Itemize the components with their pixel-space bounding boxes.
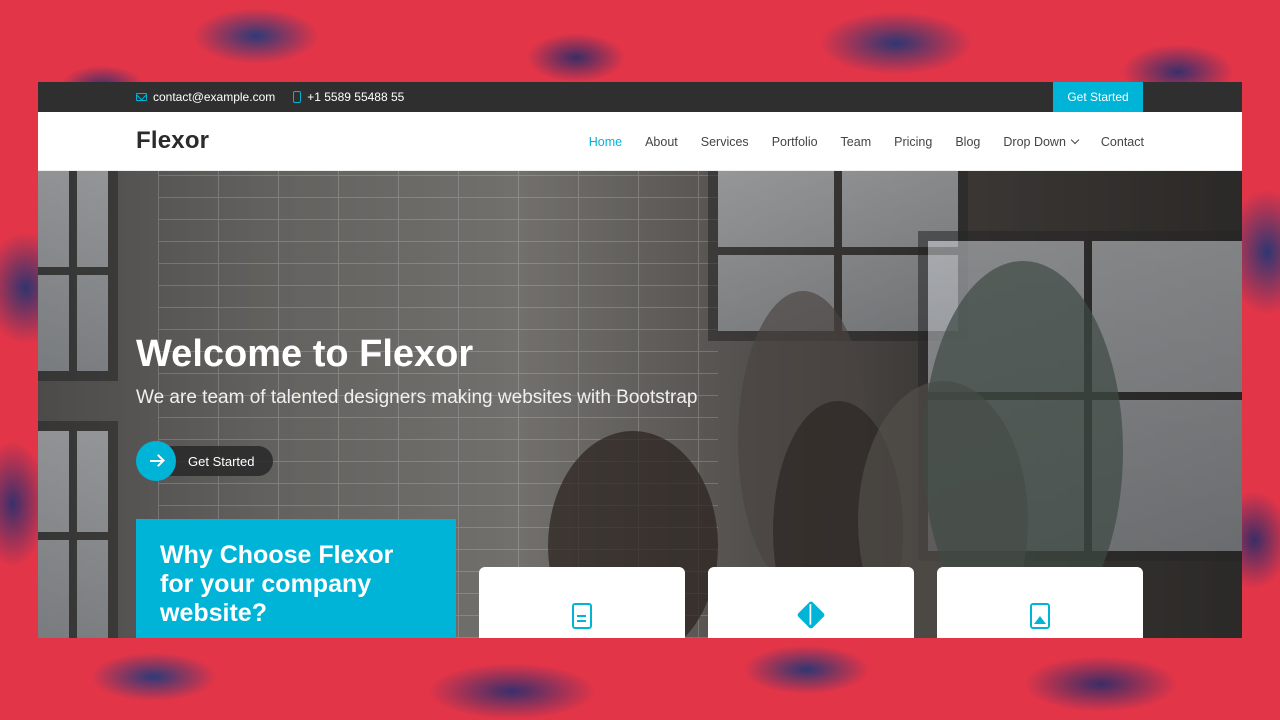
nav-label: Drop Down [1003,134,1066,149]
nav-label: Blog [955,134,981,149]
why-choose-title: Why Choose Flexor for your company websi… [160,541,394,627]
contact-info: contact@example.com +1 5589 55488 55 [136,82,416,112]
nav-item-blog[interactable]: Blog [955,135,980,149]
nav-label: Services [700,134,749,149]
nav-label: Pricing [894,134,933,149]
hero-subtitle: We are team of talented designers making… [136,387,698,408]
nav-label: Contact [1100,134,1144,149]
feature-card[interactable] [708,567,914,638]
hero-section: Welcome to Flexor We are team of talente… [38,171,1242,638]
feature-card[interactable] [479,567,685,638]
nav-item-home[interactable]: Home [589,135,622,149]
hero-background-window [38,421,118,638]
nav-label: Portfolio [771,134,818,149]
nav-item-drop-down[interactable]: Drop Down [1003,134,1080,149]
site-logo[interactable]: Flexor [136,127,209,155]
button-label: Get Started [188,453,255,469]
hero-title: Welcome to Flexor [136,333,474,375]
nav-item-about[interactable]: About [645,135,678,149]
nav-item-pricing[interactable]: Pricing [894,135,932,149]
button-circle [136,441,176,481]
site-header: Flexor Home About Services Portfolio Tea… [38,112,1242,171]
get-started-top-button[interactable]: Get Started [1053,82,1143,112]
envelope-icon [136,93,147,101]
nav-item-portfolio[interactable]: Portfolio [772,135,818,149]
why-choose-box: Why Choose Flexor for your company websi… [136,519,456,638]
hero-background-window [38,171,118,381]
document-icon [572,603,592,629]
arrow-right-icon [150,460,162,462]
nav-item-contact[interactable]: Contact [1101,135,1144,149]
contact-phone: +1 5589 55488 55 [307,90,405,104]
cube-icon [796,600,826,630]
nav-label: Home [588,134,623,149]
top-bar: contact@example.com +1 5589 55488 55 Get… [38,82,1242,112]
get-started-hero-button[interactable]: Get Started [136,441,273,481]
browser-page: contact@example.com +1 5589 55488 55 Get… [38,82,1242,638]
chevron-down-icon [1070,135,1080,145]
main-nav: Home About Services Portfolio Team Prici… [589,112,1144,171]
contact-email[interactable]: contact@example.com [153,90,275,104]
phone-icon [293,91,302,103]
feature-card[interactable] [937,567,1143,638]
nav-label: Team [840,134,872,149]
nav-label: About [645,134,678,149]
nav-item-team[interactable]: Team [841,135,872,149]
image-file-icon [1030,603,1050,629]
nav-item-services[interactable]: Services [701,135,749,149]
